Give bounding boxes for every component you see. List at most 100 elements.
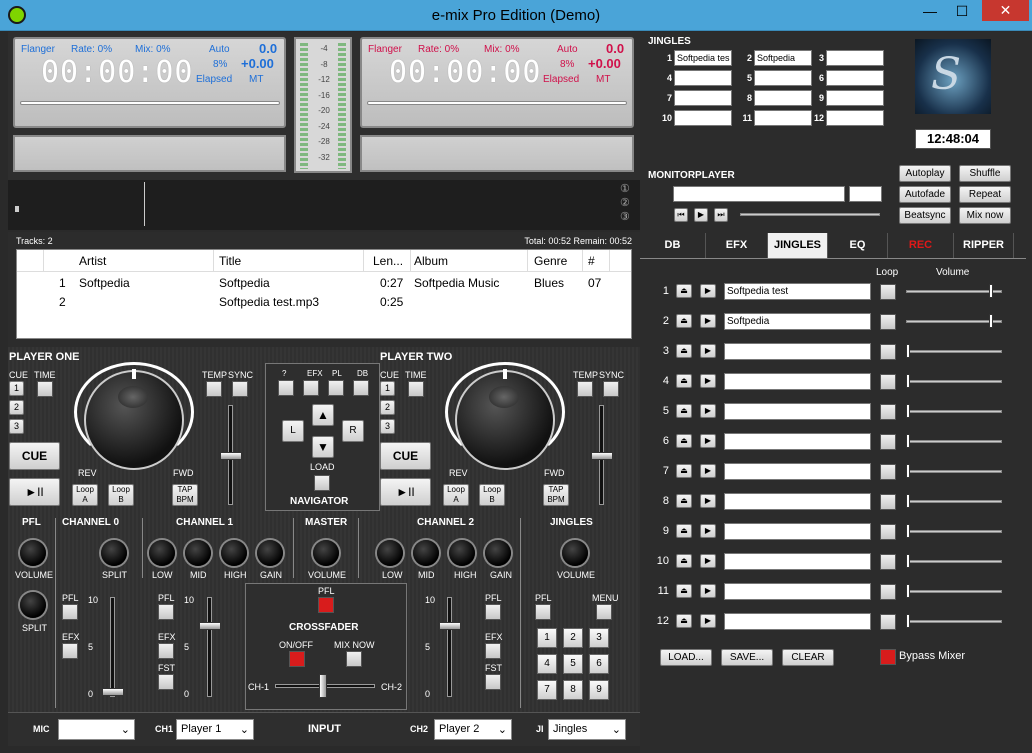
jingle-row-1-eject-button[interactable]: ⏏	[676, 284, 692, 298]
deck2-loop-a-button[interactable]: Loop A	[443, 484, 469, 506]
player1-seek-bar[interactable]	[20, 101, 280, 105]
jingle-row-12-eject-button[interactable]: ⏏	[676, 614, 692, 628]
col-genre[interactable]: Genre	[534, 254, 567, 268]
jingle-row-12-loop-checkbox[interactable]	[880, 614, 896, 630]
channel0-efx-button[interactable]	[62, 643, 78, 659]
monitor-track-field[interactable]	[673, 186, 845, 202]
deck1-tap-bpm-button[interactable]: TAP BPM	[172, 484, 198, 506]
nav-efx-button[interactable]	[303, 380, 319, 396]
channel2-volume-fader[interactable]	[439, 622, 461, 630]
crossfader-knob[interactable]	[319, 674, 327, 698]
jingle-slot-11-field[interactable]	[754, 110, 812, 126]
autoplay-button[interactable]: Autoplay	[899, 165, 951, 182]
jingle-row-9-loop-checkbox[interactable]	[880, 524, 896, 540]
jingle-row-8-name-field[interactable]	[724, 493, 871, 510]
channel1-high-knob[interactable]	[221, 540, 247, 566]
jingle-slot-5-field[interactable]	[754, 70, 812, 86]
nav-pl-button[interactable]	[328, 380, 344, 396]
deck1-cue-button[interactable]: CUE	[9, 442, 60, 470]
channel1-fst-button[interactable]	[158, 674, 174, 690]
deck1-cue-1-button[interactable]: 1	[9, 381, 24, 396]
jingle-row-12-volume-slider[interactable]	[906, 614, 910, 628]
jingle-key-4[interactable]: 4	[537, 654, 557, 674]
jingle-row-6-name-field[interactable]	[724, 433, 871, 450]
jingle-row-4-name-field[interactable]	[724, 373, 871, 390]
jingles-load-button[interactable]: LOAD...	[660, 649, 712, 666]
channel2-fst-button[interactable]	[485, 674, 501, 690]
jingle-row-9-volume-slider[interactable]	[906, 524, 910, 538]
tab-ripper[interactable]: RIPPER	[954, 233, 1014, 258]
deck2-cue-2-button[interactable]: 2	[380, 400, 395, 415]
jingle-slot-8-field[interactable]	[754, 90, 812, 106]
channel0-pfl-button[interactable]	[62, 604, 78, 620]
deck1-jog-wheel[interactable]	[84, 370, 184, 470]
timeline-marker[interactable]	[15, 206, 19, 212]
jingle-row-5-eject-button[interactable]: ⏏	[676, 404, 692, 418]
deck2-play-pause-button[interactable]: ►II	[380, 478, 431, 506]
channel0-split-knob[interactable]	[101, 540, 127, 566]
channel0-volume-fader[interactable]	[102, 688, 124, 696]
jingle-row-7-volume-slider[interactable]	[906, 464, 910, 478]
jingle-row-8-volume-slider[interactable]	[906, 494, 910, 508]
jingles-clear-button[interactable]: CLEAR	[782, 649, 834, 666]
deck1-pitch-fader[interactable]	[220, 452, 242, 460]
jingle-key-3[interactable]: 3	[589, 628, 609, 648]
deck1-sync-button[interactable]	[232, 381, 248, 397]
jingle-slot-4-field[interactable]	[674, 70, 732, 86]
deck2-jog-wheel[interactable]	[455, 370, 555, 470]
jingle-key-5[interactable]: 5	[563, 654, 583, 674]
deck2-pitch-fader[interactable]	[591, 452, 613, 460]
bypass-mixer-checkbox[interactable]	[880, 649, 896, 665]
jingle-row-3-loop-checkbox[interactable]	[880, 344, 896, 360]
channel1-volume-fader[interactable]	[199, 622, 221, 630]
monitor-prev-button[interactable]: ⏮	[674, 208, 688, 222]
jingle-row-7-play-button[interactable]: ▶	[700, 464, 716, 478]
channel2-high-knob[interactable]	[449, 540, 475, 566]
channel2-efx-button[interactable]	[485, 643, 501, 659]
jingle-key-6[interactable]: 6	[589, 654, 609, 674]
jingle-row-7-loop-checkbox[interactable]	[880, 464, 896, 480]
jingle-key-1[interactable]: 1	[537, 628, 557, 648]
jingle-row-8-loop-checkbox[interactable]	[880, 494, 896, 510]
nav-down-button[interactable]: ▼	[312, 436, 334, 458]
pfl-split-knob[interactable]	[20, 592, 46, 618]
jingle-row-2-name-field[interactable]: Softpedia	[724, 313, 871, 330]
deck2-tap-bpm-button[interactable]: TAP BPM	[543, 484, 569, 506]
jingle-key-2[interactable]: 2	[563, 628, 583, 648]
table-row[interactable]: 2 Softpedia test.mp3 0:25	[17, 295, 631, 313]
jingle-row-6-loop-checkbox[interactable]	[880, 434, 896, 450]
nav-up-button[interactable]: ▲	[312, 404, 334, 426]
jingle-row-5-play-button[interactable]: ▶	[700, 404, 716, 418]
beatsync-button[interactable]: Beatsync	[899, 207, 951, 224]
deck2-loop-b-button[interactable]: Loop B	[479, 484, 505, 506]
deck1-cue-3-button[interactable]: 3	[9, 419, 24, 434]
jingle-row-3-name-field[interactable]	[724, 343, 871, 360]
jingle-row-7-eject-button[interactable]: ⏏	[676, 464, 692, 478]
channel2-mid-knob[interactable]	[413, 540, 439, 566]
jingle-row-11-loop-checkbox[interactable]	[880, 584, 896, 600]
deck1-cue-2-button[interactable]: 2	[9, 400, 24, 415]
deck1-play-pause-button[interactable]: ►II	[9, 478, 60, 506]
jingle-row-7-name-field[interactable]	[724, 463, 871, 480]
monitor-play-button[interactable]: ▶	[694, 208, 708, 222]
jingle-slot-2-field[interactable]: Softpedia	[754, 50, 812, 66]
jingle-slot-7-field[interactable]	[674, 90, 732, 106]
deck2-temp-button[interactable]	[577, 381, 593, 397]
channel1-pfl-button[interactable]	[158, 604, 174, 620]
tab-jingles[interactable]: JINGLES	[768, 233, 828, 258]
jingle-row-9-name-field[interactable]	[724, 523, 871, 540]
jingle-row-1-play-button[interactable]: ▶	[700, 284, 716, 298]
col-album[interactable]: Album	[414, 254, 448, 268]
cue-marker-3[interactable]: ③	[620, 210, 630, 224]
jingle-slot-9-field[interactable]	[826, 90, 884, 106]
jingle-slot-3-field[interactable]	[826, 50, 884, 66]
channel1-gain-knob[interactable]	[257, 540, 283, 566]
deck2-cue-3-button[interactable]: 3	[380, 419, 395, 434]
jingle-row-10-eject-button[interactable]: ⏏	[676, 554, 692, 568]
jingles-menu-button[interactable]	[596, 604, 612, 620]
jingle-row-3-play-button[interactable]: ▶	[700, 344, 716, 358]
channel2-low-knob[interactable]	[377, 540, 403, 566]
tab-efx[interactable]: EFX	[706, 233, 768, 258]
ch2-select[interactable]: Player 2 ⌄	[434, 719, 512, 740]
channel1-mid-knob[interactable]	[185, 540, 211, 566]
